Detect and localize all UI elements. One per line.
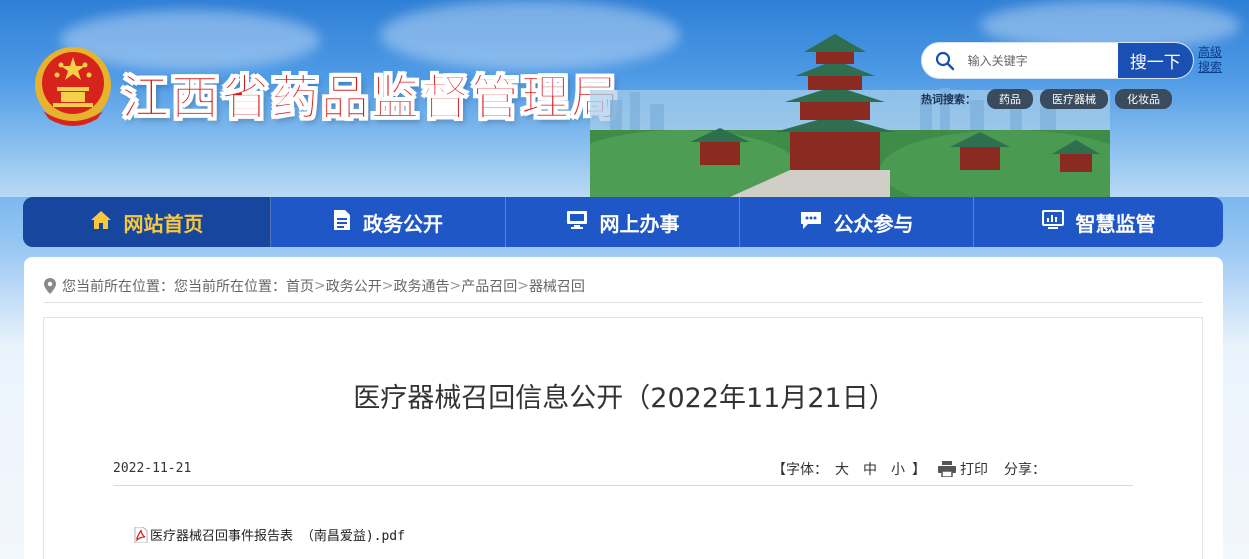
- location-pin-icon: [44, 278, 56, 294]
- nav-item-smart-supervision[interactable]: 智慧监管: [974, 197, 1223, 247]
- font-size-small[interactable]: 小: [891, 459, 905, 479]
- breadcrumb-device-recall[interactable]: 器械召回: [529, 276, 585, 296]
- breadcrumb-separator: >: [381, 278, 394, 294]
- national-emblem-icon: [35, 47, 111, 126]
- nav-item-label: 智慧监管: [1075, 211, 1156, 236]
- hot-search-row: 热词搜索： 药品 医疗器械 化妆品: [921, 89, 1172, 109]
- font-size-close: 】: [912, 462, 926, 478]
- search-button[interactable]: 搜一下: [1117, 43, 1193, 78]
- hot-tag-medical-device[interactable]: 医疗器械: [1040, 89, 1108, 109]
- article-title: 医疗器械召回信息公开（2022年11月21日）: [353, 383, 896, 414]
- document-icon: [333, 209, 351, 236]
- hot-search-label: 热词搜索：: [921, 93, 976, 106]
- breadcrumb-product-recall[interactable]: 产品召回: [461, 276, 517, 296]
- header-banner: 江西省药品监督管理局 输入关键字 搜一下 高级搜索 热词搜索： 药品 医疗器械 …: [0, 0, 1249, 197]
- printer-icon: [938, 461, 956, 477]
- font-size-large[interactable]: 大: [835, 459, 849, 479]
- attachment-filename: 医疗器械召回事件报告表 （南昌爱益).pdf: [150, 529, 405, 544]
- hot-tag-drug[interactable]: 药品: [987, 89, 1033, 109]
- search-box: 搜一下: [921, 42, 1194, 79]
- breadcrumb-government-affairs[interactable]: 政务公开: [326, 276, 382, 296]
- nav-item-online-services[interactable]: 网上办事: [506, 197, 740, 247]
- nav-item-public-participation[interactable]: 公众参与: [740, 197, 974, 247]
- breadcrumb: 您当前所在位置： 您当前所在位置： 首页 > 政务公开 > 政务通告 > 产品召…: [44, 276, 585, 296]
- breadcrumb-divider: [44, 302, 1202, 303]
- print-label: 打印: [960, 462, 988, 478]
- meta-divider: [113, 485, 1133, 486]
- search-icon: [922, 51, 968, 71]
- search-input[interactable]: [967, 53, 1118, 68]
- chat-icon: [800, 210, 822, 235]
- chart-screen-icon: [1041, 209, 1064, 235]
- breadcrumb-separator: >: [449, 278, 462, 294]
- font-size-medium[interactable]: 中: [863, 459, 877, 479]
- nav-item-label: 政务公开: [363, 211, 443, 236]
- hot-tag-cosmetics[interactable]: 化妆品: [1115, 89, 1172, 109]
- breadcrumb-prefix-repeat: 您当前所在位置：: [174, 279, 286, 295]
- breadcrumb-home[interactable]: 首页: [286, 276, 314, 296]
- nav-item-label: 网站首页: [123, 211, 204, 236]
- monitor-icon: [566, 210, 588, 235]
- advanced-search-link[interactable]: 高级搜索: [1198, 45, 1224, 75]
- font-size-label: 【字体：: [772, 462, 828, 478]
- article-tools: 【字体： 大 中 小 】 打印 分享：: [772, 459, 1046, 479]
- article-date: 2022-11-21: [113, 461, 192, 476]
- breadcrumb-separator: >: [517, 278, 529, 294]
- home-icon: [90, 210, 112, 235]
- breadcrumb-notices[interactable]: 政务通告: [393, 276, 449, 296]
- site-title: 江西省药品监督管理局: [120, 70, 622, 127]
- nav-item-home[interactable]: 网站首页: [23, 197, 271, 247]
- breadcrumb-separator: >: [314, 278, 326, 294]
- print-button[interactable]: 打印: [938, 459, 988, 479]
- nav-item-government-affairs[interactable]: 政务公开: [271, 197, 506, 247]
- share-label: 分享：: [1004, 462, 1046, 478]
- nav-item-label: 公众参与: [833, 211, 914, 236]
- article-frame: [43, 317, 1203, 559]
- pdf-icon: [134, 526, 148, 543]
- main-nav: 网站首页 政务公开 网上办事 公众参与 智慧监管: [23, 197, 1223, 247]
- breadcrumb-prefix: 您当前所在位置：: [62, 279, 174, 295]
- nav-item-label: 网上办事: [599, 211, 680, 236]
- attachment-link[interactable]: 医疗器械召回事件报告表 （南昌爱益).pdf: [134, 525, 405, 544]
